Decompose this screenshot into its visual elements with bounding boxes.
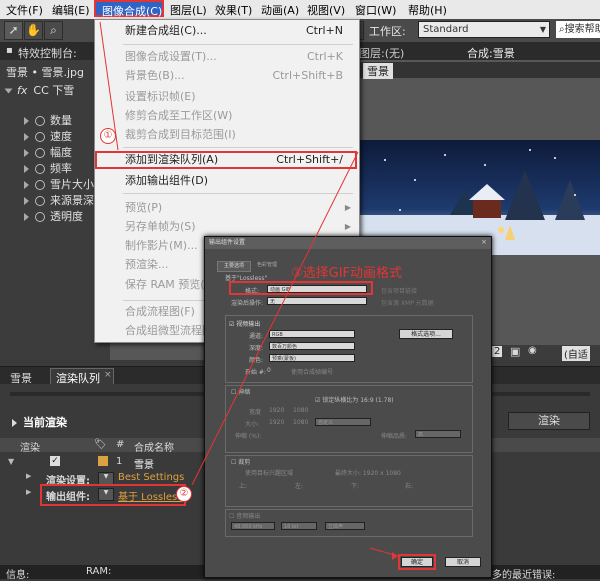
step-3-annotation: ③选择GIF动画格式 [291, 266, 403, 281]
step-2-marker: ② [176, 486, 192, 502]
step-1-marker: ① [100, 128, 116, 144]
annotation-arrows [99, 21, 399, 560]
